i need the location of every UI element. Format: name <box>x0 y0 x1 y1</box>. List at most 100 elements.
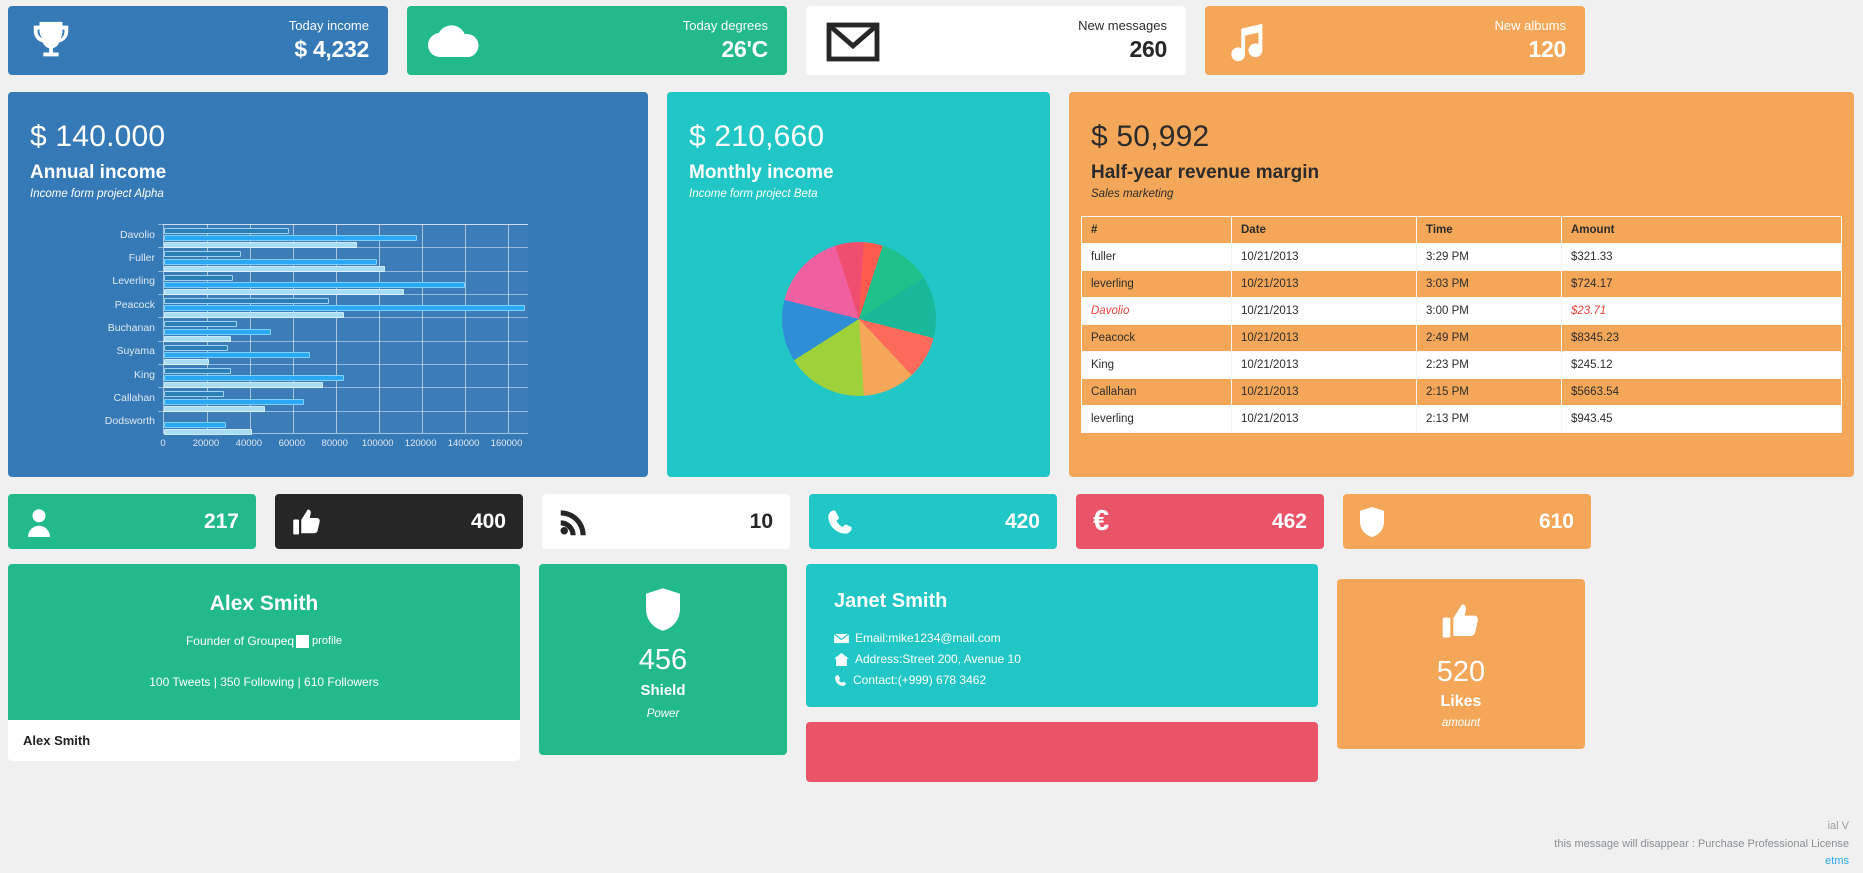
home-icon <box>834 652 849 666</box>
table-cell-amount: $321.33 <box>1561 243 1842 271</box>
mid-card-shield[interactable]: 610 <box>1343 494 1591 549</box>
x-axis-tick-label: 80000 <box>321 438 348 449</box>
contact-address: Address:Street 200, Avenue 10 <box>855 652 1021 666</box>
mid-card-users[interactable]: 217 <box>8 494 256 549</box>
table-cell-date: 10/21/2013 <box>1231 324 1417 352</box>
user-icon <box>25 507 53 537</box>
trophy-icon <box>27 18 75 64</box>
profile-image-alt: profile <box>312 635 343 647</box>
table-cell-name: King <box>1081 351 1232 379</box>
table-cell-name: Callahan <box>1081 378 1232 406</box>
bar-group: Davolio <box>120 224 528 249</box>
mid-card-value: 217 <box>203 509 239 533</box>
panel-title: Half-year revenue margin <box>1091 162 1320 183</box>
mid-card-euro[interactable]: € 462 <box>1076 494 1324 549</box>
stat-card-today-income[interactable]: Today income $ 4,232 <box>8 6 388 75</box>
table-row[interactable]: fuller 10/21/2013 3:29 PM $321.33 <box>1081 243 1842 271</box>
shield-icon <box>646 588 680 631</box>
stat-card-text: Today income $ 4,232 <box>288 17 370 62</box>
bottom-cards-row: Alex Smith Founder of Groupeq profile 10… <box>0 564 1863 782</box>
table-row[interactable]: leverling 10/21/2013 2:13 PM $943.45 <box>1081 405 1842 433</box>
contact-name: Janet Smith <box>834 590 948 612</box>
bar-group-separator <box>158 387 528 389</box>
bar-chart-plot-area: Davolio Fuller Leverling Peacock Buchanan Suy… <box>105 224 528 436</box>
x-axis-tick-label: 160000 <box>490 438 523 449</box>
bar-category-label: Fuller <box>128 251 155 264</box>
stat-card-new-albums[interactable]: New albums 120 <box>1205 6 1585 75</box>
bar-group: Suyama <box>116 340 528 366</box>
contact-phone: Contact:(+999) 678 3462 <box>853 673 987 687</box>
thumbs-up-icon <box>1441 601 1481 641</box>
bar-group: Dodsworth <box>105 410 528 436</box>
panel-header: $ 140.000 Annual income Income form proj… <box>8 92 648 200</box>
bar-group: Peacock <box>115 294 528 319</box>
table-cell-name: fuller <box>1081 243 1232 271</box>
contact-phone-line: Contact:(+999) 678 3462 <box>834 673 1318 687</box>
bar-group: King <box>134 364 528 389</box>
table-cell-time: 2:13 PM <box>1416 405 1562 433</box>
bar-chart-x-axis: 0 20000 40000 60000 80000 100000 120000 140000 1… <box>160 438 528 456</box>
stat-card-new-messages[interactable]: New messages 260 <box>806 6 1186 75</box>
panel-amount: $ 50,992 <box>1091 120 1210 153</box>
table-column-header-name[interactable]: # <box>1081 216 1232 244</box>
bar <box>164 258 377 265</box>
bar <box>164 298 330 304</box>
profile-footer-name: Alex Smith <box>8 720 520 761</box>
red-accent-strip <box>806 722 1318 782</box>
table-cell-date: 10/21/2013 <box>1231 351 1417 379</box>
bar <box>164 235 418 242</box>
bar-category-label: Leverling <box>112 275 155 288</box>
panel-subtitle: Sales marketing <box>1091 188 1174 200</box>
bar-group-separator <box>158 364 528 365</box>
profile-name: Alex Smith <box>209 592 319 615</box>
table-cell-date: 10/21/2013 <box>1231 243 1417 271</box>
table-column-header-amount[interactable]: Amount <box>1561 216 1842 244</box>
stat-card-value: 120 <box>1528 35 1567 62</box>
stat-card-text: New albums 120 <box>1494 17 1567 62</box>
table-row[interactable]: Davolio 10/21/2013 3:00 PM $23.71 <box>1081 297 1842 325</box>
monthly-income-pie-chart <box>667 200 1050 500</box>
table-cell-time: 2:49 PM <box>1416 324 1562 352</box>
bar-group-separator <box>158 410 528 412</box>
stat-card-value: $ 4,232 <box>294 35 369 62</box>
shield-stat-card: 456 Shield Power <box>539 564 787 755</box>
bar <box>164 321 237 328</box>
panel-subtitle: Income form project Alpha <box>30 188 164 200</box>
table-row[interactable]: Callahan 10/21/2013 2:15 PM $5663.54 <box>1081 378 1842 406</box>
bar <box>164 429 253 436</box>
table-cell-date: 10/21/2013 <box>1231 297 1417 325</box>
bar <box>164 421 227 428</box>
mid-card-value: 10 <box>749 509 773 533</box>
mid-card-phone[interactable]: 420 <box>809 494 1057 549</box>
mid-card-rss[interactable]: 10 <box>542 494 790 549</box>
table-cell-name: Davolio <box>1081 297 1232 325</box>
mid-card-value: 400 <box>470 509 506 533</box>
cloud-icon <box>426 19 482 63</box>
table-column-header-time[interactable]: Time <box>1416 216 1562 244</box>
stat-card-label: New albums <box>1494 17 1566 33</box>
table-column-header-date[interactable]: Date <box>1231 216 1417 244</box>
table-header-row: # Date Time Amount <box>1081 216 1842 244</box>
stat-card-today-degrees[interactable]: Today degrees 26'C <box>407 6 787 75</box>
table-cell-time: 3:03 PM <box>1416 270 1562 298</box>
table-row[interactable]: King 10/21/2013 2:23 PM $245.12 <box>1081 351 1842 379</box>
phone-icon <box>834 674 847 687</box>
stat-card-label: Today income <box>288 17 369 33</box>
table-row[interactable]: leverling 10/21/2013 3:03 PM $724.17 <box>1081 270 1842 298</box>
table-row[interactable]: Peacock 10/21/2013 2:49 PM $8345.23 <box>1081 324 1842 352</box>
shield-value: 456 <box>638 644 688 676</box>
x-axis-tick-label: 100000 <box>361 438 394 449</box>
table-cell-amount: $23.71 <box>1561 297 1842 325</box>
bar <box>164 391 225 398</box>
mid-card-likes[interactable]: 400 <box>275 494 523 549</box>
bar-category-label: Dodsworth <box>104 415 155 428</box>
pie-chart-plot-area <box>781 242 936 396</box>
profile-card-alex-smith: Alex Smith Founder of Groupeq profile 10… <box>8 564 520 761</box>
mid-card-value: 420 <box>1004 509 1040 533</box>
broken-image-icon <box>296 634 310 648</box>
shield-subtitle: Power <box>646 708 680 720</box>
x-axis-tick-label: 40000 <box>235 438 263 449</box>
mid-stat-strip: 217 400 10 420 € 462 610 <box>0 494 1863 549</box>
table-cell-time: 3:29 PM <box>1416 243 1562 271</box>
watermark-line-3: etms <box>1825 855 1849 868</box>
